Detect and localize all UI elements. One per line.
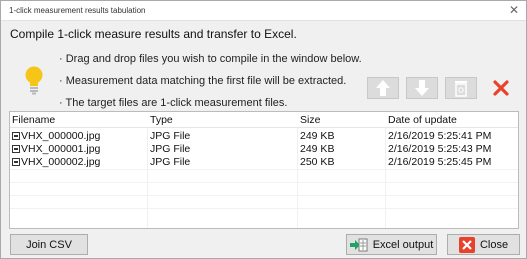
excel-output-button[interactable]: Excel output — [346, 234, 437, 255]
table-row[interactable]: VHX_000001.jpg JPG File 249 KB 2/16/2019… — [10, 143, 518, 156]
cell-filename: VHX_000000.jpg — [21, 130, 101, 142]
dialog-window: 1-click measurement results tabulation ✕… — [0, 0, 527, 259]
row-divider — [10, 208, 518, 209]
row-divider — [10, 195, 518, 196]
cell-filename: VHX_000001.jpg — [21, 143, 101, 155]
column-header-filename[interactable]: Filename — [12, 114, 55, 126]
close-button[interactable]: Close — [447, 234, 520, 255]
instruction-target-files: · The target files are 1-click measureme… — [59, 97, 288, 109]
cell-size: 250 KB — [300, 156, 335, 168]
move-up-button[interactable] — [367, 77, 399, 99]
table-row[interactable]: VHX_000002.jpg JPG File 250 KB 2/16/2019… — [10, 156, 518, 169]
cell-date: 2/16/2019 5:25:41 PM — [388, 130, 492, 142]
column-header-type[interactable]: Type — [150, 114, 173, 126]
column-header-size[interactable]: Size — [300, 114, 320, 126]
window-close-icon[interactable]: ✕ — [507, 3, 521, 17]
excel-output-label: Excel output — [372, 238, 434, 251]
cell-type: JPG File — [150, 130, 191, 142]
close-red-icon — [458, 236, 475, 253]
excel-export-icon — [349, 238, 368, 251]
cell-date: 2/16/2019 5:25:45 PM — [388, 156, 492, 168]
arrow-up-icon — [376, 80, 390, 96]
delete-x-icon — [493, 80, 509, 96]
cell-size: 249 KB — [300, 130, 335, 142]
table-row[interactable]: VHX_000000.jpg JPG File 249 KB 2/16/2019… — [10, 130, 518, 143]
cell-type: JPG File — [150, 143, 191, 155]
row-divider — [10, 169, 518, 170]
cell-type: JPG File — [150, 156, 191, 168]
instruction-drag-drop: · Drag and drop files you wish to compil… — [59, 53, 362, 65]
trash-icon — [455, 81, 467, 97]
join-csv-button[interactable]: Join CSV — [10, 234, 88, 255]
image-file-icon — [12, 132, 20, 140]
arrow-down-icon — [415, 80, 429, 96]
image-file-icon — [12, 158, 20, 166]
close-label: Close — [479, 238, 509, 251]
window-title: 1-click measurement results tabulation — [9, 6, 146, 15]
cell-filename: VHX_000002.jpg — [21, 156, 101, 168]
join-csv-label: Join CSV — [26, 238, 72, 251]
move-down-button[interactable] — [406, 77, 438, 99]
file-list-header: Filename Type Size Date of update — [10, 112, 518, 128]
headline: Compile 1-click measure results and tran… — [10, 27, 297, 41]
image-file-icon — [12, 145, 20, 153]
instruction-matching-data: · Measurement data matching the first fi… — [59, 75, 347, 87]
cell-date: 2/16/2019 5:25:43 PM — [388, 143, 492, 155]
column-header-date[interactable]: Date of update — [388, 114, 457, 126]
row-divider — [10, 182, 518, 183]
clear-list-button[interactable] — [445, 77, 477, 99]
file-list[interactable]: Filename Type Size Date of update VHX_00… — [9, 111, 519, 229]
title-bar: 1-click measurement results tabulation ✕ — [1, 1, 526, 21]
remove-file-button[interactable] — [485, 77, 517, 99]
cell-size: 249 KB — [300, 143, 335, 155]
lightbulb-icon — [25, 66, 43, 95]
